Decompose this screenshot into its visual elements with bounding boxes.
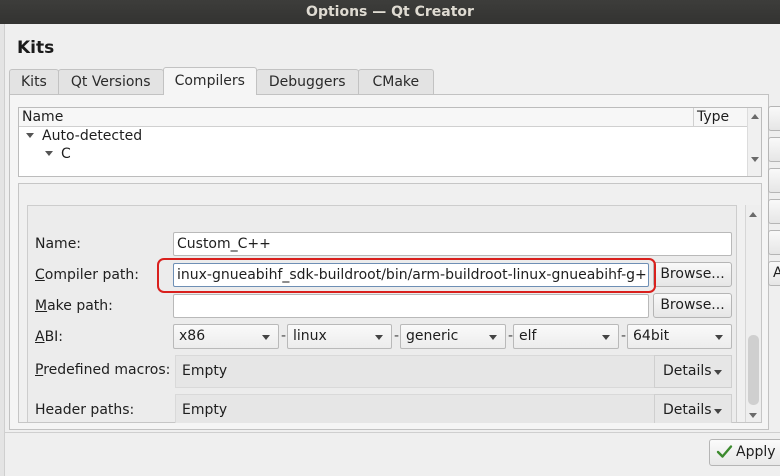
predefined-macros-details-button[interactable]: Details — [654, 355, 732, 388]
tab-qt-versions[interactable]: Qt Versions — [57, 69, 164, 95]
mnemonic-letter: M — [35, 298, 48, 314]
tab-cmake[interactable]: CMake — [357, 69, 435, 95]
tree-item-auto-detected[interactable]: Auto-detected — [26, 127, 142, 145]
abi-format-select[interactable]: elf — [513, 324, 619, 349]
scroll-down-arrow-icon[interactable] — [749, 413, 757, 418]
checkmark-icon — [716, 444, 733, 458]
name-field[interactable]: Custom_C++ — [173, 232, 732, 256]
clone-button[interactable] — [768, 137, 780, 162]
tab-bar: Kits Qt Versions Compilers Debuggers CMa… — [9, 67, 435, 95]
abi-architecture-select[interactable]: x86 — [173, 324, 279, 349]
window-title: Options — Qt Creator — [306, 4, 474, 20]
abi-os-select[interactable]: linux — [287, 324, 392, 349]
compiler-tree[interactable]: Name Type Auto-detected C — [18, 107, 762, 177]
mnemonic-letter: C — [35, 267, 45, 283]
add-button[interactable] — [768, 106, 780, 131]
chevron-down-icon — [489, 335, 497, 340]
abi-separator: - — [621, 328, 627, 344]
name-label: Name: — [35, 236, 82, 252]
chevron-down-icon — [262, 335, 270, 340]
chevron-down-icon — [714, 409, 722, 414]
details-scrollbar[interactable] — [745, 205, 761, 422]
page-title: Kits — [17, 38, 55, 58]
header-paths-label: Header paths: — [35, 402, 135, 418]
scroll-up-arrow-icon[interactable] — [751, 114, 759, 119]
make-path-label: Make path: — [35, 297, 113, 315]
mnemonic-letter: A — [35, 329, 45, 345]
scrollbar-thumb[interactable] — [748, 335, 759, 405]
apply-button-label: Apply — [736, 444, 776, 460]
header-paths-details-button[interactable]: Details — [654, 394, 732, 423]
make-path-browse-button[interactable]: Browse... — [653, 293, 732, 318]
chevron-down-icon — [715, 335, 723, 340]
expand-arrow-icon[interactable] — [45, 150, 53, 156]
tree-scrollbar[interactable] — [747, 108, 761, 176]
compiler-path-label: Compiler path: — [35, 266, 139, 284]
abi-flavor-select[interactable]: generic — [400, 324, 506, 349]
label-text: ompiler path: — [44, 267, 140, 283]
apply-button[interactable]: Apply — [709, 439, 780, 466]
sidebar-edge — [0, 24, 5, 476]
tab-debuggers[interactable]: Debuggers — [255, 69, 359, 95]
window-title-bar: Options — Qt Creator — [0, 0, 780, 24]
label-text: ake path: — [47, 298, 113, 314]
details-button-label: Details — [663, 402, 712, 418]
tree-item-label: C — [61, 146, 71, 162]
header-paths-row: Header paths: Empty Details — [27, 393, 741, 423]
auto-detection-settings-button[interactable]: A — [768, 261, 780, 286]
select-value: generic — [406, 328, 459, 344]
tab-kits[interactable]: Kits — [9, 69, 59, 95]
column-header-name[interactable]: Name — [22, 108, 63, 127]
column-header-type[interactable]: Type — [697, 108, 729, 127]
abi-label: ABI: — [35, 328, 63, 346]
label-text: redefined macros: — [43, 362, 171, 378]
chevron-down-icon — [714, 370, 722, 375]
tab-compilers[interactable]: Compilers — [162, 67, 257, 95]
mnemonic-letter: P — [35, 362, 44, 378]
chevron-down-icon — [375, 335, 383, 340]
scroll-up-arrow-icon[interactable] — [749, 212, 757, 217]
label-text: BI: — [44, 329, 64, 345]
chevron-down-icon — [602, 335, 610, 340]
column-divider — [693, 108, 694, 127]
remove-all-button[interactable] — [768, 199, 780, 224]
select-value: x86 — [179, 328, 206, 344]
re-detect-button[interactable] — [768, 230, 780, 255]
tree-item-c[interactable]: C — [45, 145, 71, 163]
select-value: linux — [293, 328, 327, 344]
select-value: elf — [519, 328, 537, 344]
footer-divider — [5, 432, 780, 433]
details-button-label: Details — [663, 363, 712, 379]
abi-separator: - — [394, 328, 400, 344]
predefined-macros-value: Empty — [175, 355, 655, 388]
abi-separator: - — [281, 328, 287, 344]
select-value: 64bit — [633, 328, 670, 344]
abi-wordwidth-select[interactable]: 64bit — [627, 324, 732, 349]
expand-arrow-icon[interactable] — [26, 132, 34, 138]
make-path-field[interactable] — [173, 294, 649, 318]
compiler-path-browse-button[interactable]: Browse... — [653, 262, 732, 287]
scroll-down-arrow-icon[interactable] — [751, 157, 759, 162]
header-paths-value: Empty — [175, 394, 655, 423]
tree-header: Name Type — [19, 108, 748, 127]
highlight-annotation — [157, 258, 656, 293]
tree-item-label: Auto-detected — [42, 128, 143, 144]
remove-button[interactable] — [768, 168, 780, 193]
predefined-macros-label: Predefined macros: — [35, 361, 170, 379]
